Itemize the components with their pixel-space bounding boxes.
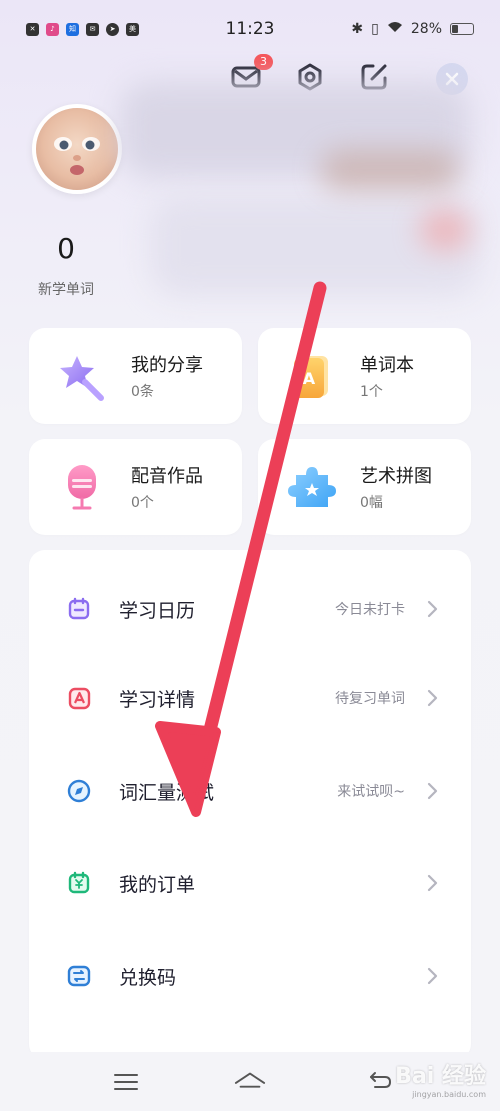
menu-label: 词汇量测试 [119,781,215,804]
menu-item-study-details[interactable]: 学习详情 待复习单词 [29,668,471,728]
menu-nav-button[interactable] [110,1068,142,1096]
card-title: 我的分享 [131,355,203,376]
card-subtitle: 0个 [131,495,154,511]
chevron-right-icon [427,689,438,707]
mail-app-icon: ✉ [86,22,99,36]
bluetooth-icon: ✱ [351,21,364,37]
back-nav-button[interactable] [364,1068,396,1096]
menu-label: 我的订单 [119,873,196,896]
stat-new-words[interactable]: 0 新学单词 [30,232,102,299]
menu-label: 学习详情 [119,688,196,711]
home-icon [234,1072,266,1088]
menu-list: 学习日历 今日未打卡 学习详情 待复习单词 词汇量测试 来试试呗~ 我的订单 兑… [29,550,471,1060]
art-puzzle-card[interactable]: 艺术拼图 0幅 [258,439,471,535]
food-app-icon: 美 [126,22,139,36]
avatar[interactable] [32,104,122,194]
close-app-icon: ✕ [26,22,39,36]
card-title: 艺术拼图 [360,466,432,487]
menu-hint: 待复习单词 [335,691,405,707]
compass-icon [67,779,91,803]
blurred-red-badge [420,210,470,250]
blurred-vip-badge [320,150,460,190]
study-detail-icon [68,687,91,710]
card-subtitle: 0条 [131,384,154,400]
battery-percent: 28% [410,21,442,37]
menu-item-study-calendar[interactable]: 学习日历 今日未打卡 [29,579,471,639]
music-app-icon: ♪ [46,22,59,36]
my-share-card[interactable]: 我的分享 0条 [29,328,242,424]
battery-icon [450,23,474,35]
chevron-right-icon [427,874,438,892]
watermark-url: jingyan.baidu.com [412,1090,486,1099]
chevron-right-icon [427,782,438,800]
zhihu-app-icon: 知 [66,22,79,36]
menu-item-my-orders[interactable]: 我的订单 [29,853,471,913]
card-subtitle: 0幅 [360,495,383,511]
exchange-code-icon [67,965,91,987]
watermark: Bai 经验 jingyan.baidu.com [395,1058,486,1099]
menu-icon [114,1074,138,1090]
stat-value: 0 [57,232,75,265]
status-right-group: ✱ ▯ 28% [351,21,474,37]
wordbook-icon: A [294,356,328,398]
notification-app-icons: ✕ ♪ 知 ✉ ➤ 美 [26,22,139,36]
baby-face-image [54,137,100,175]
menu-item-redeem-code[interactable]: 兑换码 [29,946,471,1006]
card-subtitle: 1个 [360,384,383,400]
chevron-right-icon [427,600,438,618]
svg-text:A: A [303,369,316,388]
calendar-icon [68,597,90,620]
home-nav-button[interactable] [234,1068,266,1096]
card-title: 单词本 [360,355,414,376]
menu-hint: 今日未打卡 [335,602,405,618]
menu-label: 学习日历 [119,599,196,622]
card-title: 配音作品 [131,466,203,487]
stat-label: 新学单词 [38,282,94,298]
chevron-right-icon [427,967,438,985]
magic-wand-icon [60,356,104,401]
microphone-icon [68,465,96,510]
menu-hint: 来试试呗~ [337,784,405,800]
status-time: 11:23 [225,19,275,39]
wifi-icon [387,21,403,37]
vibrate-icon: ▯ [371,21,379,37]
watermark-brand: Bai 经验 [395,1064,486,1089]
wordbook-card[interactable]: A 单词本 1个 [258,328,471,424]
compass-app-icon: ➤ [106,22,119,36]
puzzle-icon [288,467,336,507]
status-bar: ✕ ♪ 知 ✉ ➤ 美 11:23 ✱ ▯ 28% [0,0,500,58]
back-icon [370,1072,392,1088]
menu-item-vocabulary-test[interactable]: 词汇量测试 来试试呗~ [29,761,471,821]
message-badge: 3 [254,54,273,70]
dubbing-works-card[interactable]: 配音作品 0个 [29,439,242,535]
order-icon [68,871,90,894]
menu-label: 兑换码 [119,966,177,989]
